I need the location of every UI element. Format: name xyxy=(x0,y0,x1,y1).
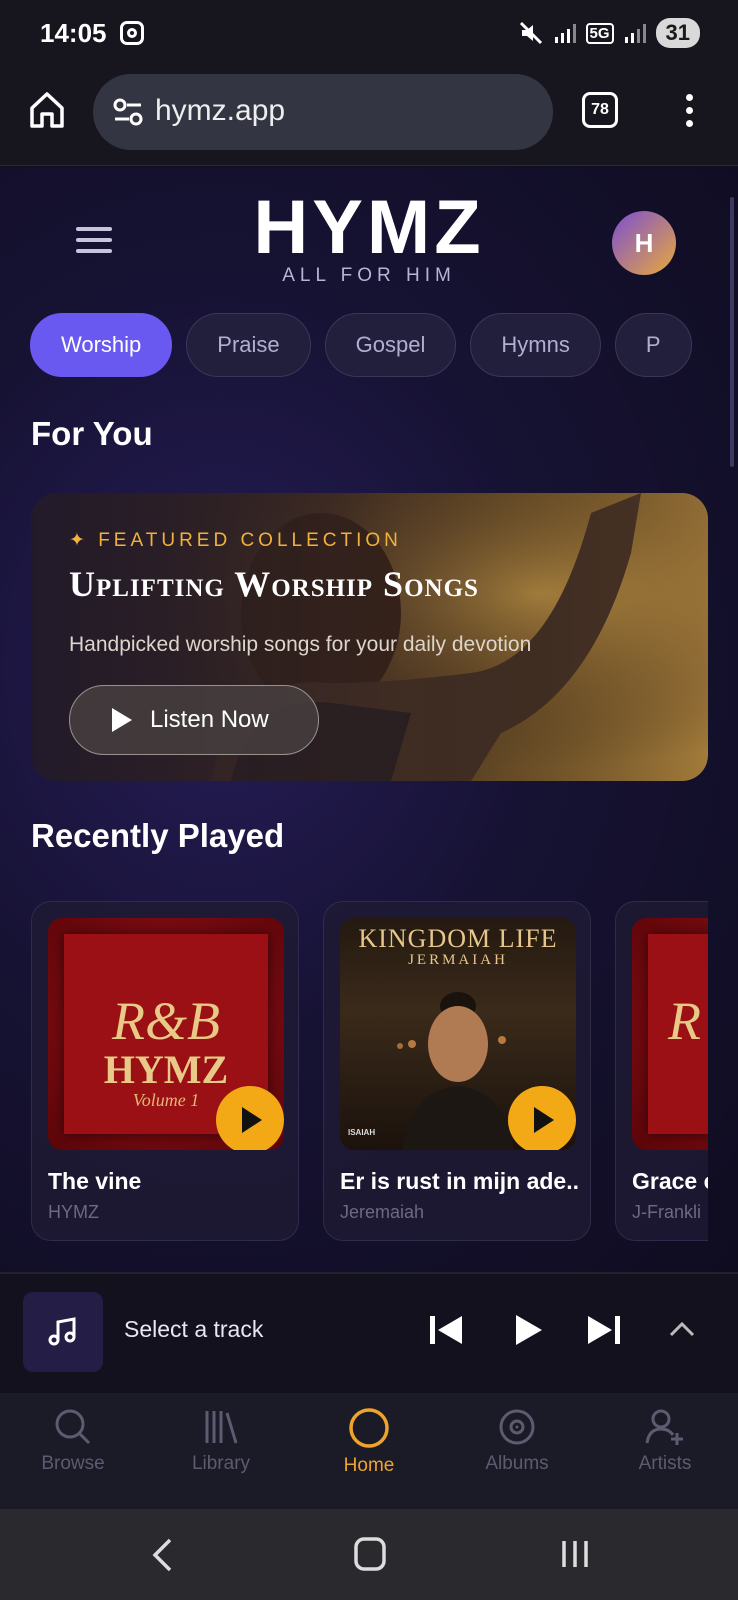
tab-switcher-button[interactable]: 78 xyxy=(582,92,618,128)
cover-text: R&B xyxy=(112,991,220,1051)
nav-library[interactable]: Library xyxy=(161,1407,281,1475)
play-icon[interactable] xyxy=(512,1312,544,1348)
track-label: Select a track xyxy=(124,1316,264,1342)
mini-player: Select a track xyxy=(0,1272,738,1393)
album-cover: KINGDOM LIFE JERMAIAH ISAIAH xyxy=(340,918,576,1150)
chip-hymns[interactable]: Hymns xyxy=(470,313,601,377)
status-icons: 5G 31 xyxy=(518,18,700,48)
instagram-icon xyxy=(120,21,144,45)
search-icon xyxy=(55,1409,91,1445)
track-card[interactable]: R H Grace o J-Frankli xyxy=(615,901,708,1241)
library-icon xyxy=(205,1411,238,1444)
status-bar: 14:05 5G 31 xyxy=(0,0,738,68)
track-artist: J-Frankli xyxy=(632,1202,702,1222)
play-icon xyxy=(242,1107,262,1133)
album-cover: R&B HYMZ Volume 1 xyxy=(48,918,284,1150)
for-you-title: For You xyxy=(31,415,153,452)
featured-tag-text: FEATURED COLLECTION xyxy=(98,530,402,551)
featured-collection-card[interactable]: ✦ FEATURED COLLECTION Uplifting Worship … xyxy=(31,493,708,781)
chip-gospel[interactable]: Gospel xyxy=(324,313,457,377)
nav-label: Library xyxy=(191,1453,251,1474)
browser-menu-icon[interactable] xyxy=(686,94,694,128)
back-icon[interactable] xyxy=(150,1537,174,1573)
album-cover: R H xyxy=(632,918,708,1150)
cover-text: H xyxy=(648,1046,708,1093)
track-artist: HYMZ xyxy=(48,1202,99,1222)
previous-track-icon[interactable] xyxy=(428,1312,464,1348)
cover-text: HYMZ xyxy=(103,1047,229,1092)
chip-praise[interactable]: Praise xyxy=(186,313,311,377)
next-track-icon[interactable] xyxy=(586,1312,622,1348)
browser-home-icon[interactable] xyxy=(28,90,66,130)
play-button[interactable] xyxy=(508,1086,576,1150)
cover-text: KINGDOM LIFE xyxy=(358,924,558,953)
track-card[interactable]: KINGDOM LIFE JERMAIAH ISAIAH Er is rust … xyxy=(323,901,591,1241)
nav-label: Home xyxy=(343,1455,395,1476)
url-text[interactable]: hymz.app xyxy=(155,94,285,128)
add-user-icon xyxy=(645,1409,683,1445)
signal-icon-2 xyxy=(624,24,646,43)
address-bar[interactable]: hymz.app xyxy=(93,74,553,150)
track-artist: Jeremaiah xyxy=(340,1202,425,1222)
system-navigation-bar xyxy=(0,1509,738,1600)
category-chips: Worship Praise Gospel Hymns P xyxy=(30,313,708,379)
chip-more[interactable]: P xyxy=(614,313,692,377)
signal-icon xyxy=(554,24,576,43)
cover-text: R xyxy=(668,991,701,1051)
artist-photo xyxy=(397,992,514,1150)
site-settings-icon[interactable] xyxy=(113,98,143,126)
featured-tag: ✦ FEATURED COLLECTION xyxy=(69,530,402,551)
listen-now-label: Listen Now xyxy=(150,706,269,733)
play-icon xyxy=(112,708,132,732)
avatar[interactable]: H xyxy=(612,211,676,275)
browser-toolbar: hymz.app 78 xyxy=(0,68,738,166)
recently-played-list: R&B HYMZ Volume 1 The vine HYMZ KINGDOM … xyxy=(31,901,708,1253)
play-icon xyxy=(534,1107,554,1133)
track-card[interactable]: R&B HYMZ Volume 1 The vine HYMZ xyxy=(31,901,299,1241)
nav-home[interactable]: Home xyxy=(309,1407,429,1477)
network-type: 5G xyxy=(585,22,614,44)
nav-label: Browse xyxy=(41,1453,105,1474)
chip-worship[interactable]: Worship xyxy=(30,313,173,377)
play-button[interactable] xyxy=(216,1086,284,1150)
featured-description: Handpicked worship songs for your daily … xyxy=(69,633,532,656)
nav-label: Albums xyxy=(485,1453,549,1474)
cover-text: JERMAIAH xyxy=(408,952,508,968)
recently-played-title: Recently Played xyxy=(31,817,285,854)
battery-indicator: 31 xyxy=(655,18,700,48)
track-title: Grace o xyxy=(632,1168,708,1194)
nav-browse[interactable]: Browse xyxy=(13,1407,133,1475)
bottom-navigation: Browse Library Home Albums Artists xyxy=(0,1393,738,1509)
nav-label: Artists xyxy=(638,1453,692,1474)
chevron-up-icon[interactable] xyxy=(668,1318,696,1340)
cover-text: ISAIAH xyxy=(348,1128,376,1137)
recent-apps-icon[interactable] xyxy=(560,1539,590,1569)
track-artwork[interactable] xyxy=(23,1292,103,1372)
featured-title: Uplifting Worship Songs xyxy=(69,564,479,604)
status-time: 14:05 xyxy=(40,18,107,48)
mute-icon xyxy=(519,21,542,45)
track-title: The vine xyxy=(48,1168,142,1194)
nav-artists[interactable]: Artists xyxy=(605,1407,725,1475)
home-icon[interactable] xyxy=(354,1537,386,1571)
disc-icon xyxy=(499,1409,535,1445)
music-note-icon xyxy=(48,1317,76,1346)
nav-albums[interactable]: Albums xyxy=(457,1407,577,1475)
track-title: Er is rust in mijn ade... xyxy=(340,1168,580,1194)
app-main: HYMZ ALL FOR HIM H Worship Praise Gospel Hy… xyxy=(0,167,738,1272)
home-circle-icon xyxy=(349,1408,389,1448)
listen-now-button[interactable]: Listen Now xyxy=(69,685,319,755)
